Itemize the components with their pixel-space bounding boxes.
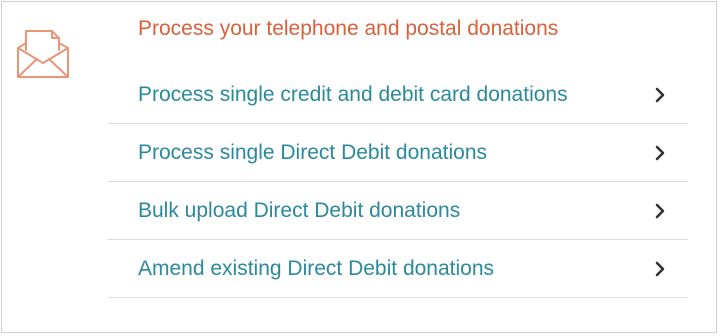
menu-item-label[interactable]: Amend existing Direct Debit donations — [138, 256, 494, 282]
menu-item-bulk-upload[interactable]: Bulk upload Direct Debit donations — [108, 182, 688, 240]
chevron-right-icon[interactable] — [654, 203, 666, 219]
envelope-icon — [17, 30, 69, 78]
menu-item-label[interactable]: Process single credit and debit card don… — [138, 82, 568, 108]
chevron-right-icon[interactable] — [654, 87, 666, 103]
menu-item-label[interactable]: Process single Direct Debit donations — [138, 140, 487, 166]
chevron-right-icon[interactable] — [654, 145, 666, 161]
menu-item-label[interactable]: Bulk upload Direct Debit donations — [138, 198, 460, 224]
chevron-right-icon[interactable] — [654, 261, 666, 277]
menu-item-amend-direct-debit[interactable]: Amend existing Direct Debit donations — [108, 240, 688, 298]
menu-item-single-direct-debit[interactable]: Process single Direct Debit donations — [108, 124, 688, 182]
section-heading: Process your telephone and postal donati… — [138, 17, 559, 40]
donations-menu: Process single credit and debit card don… — [108, 66, 688, 298]
menu-item-card-donations[interactable]: Process single credit and debit card don… — [108, 66, 688, 124]
donations-panel: Process your telephone and postal donati… — [1, 1, 717, 333]
